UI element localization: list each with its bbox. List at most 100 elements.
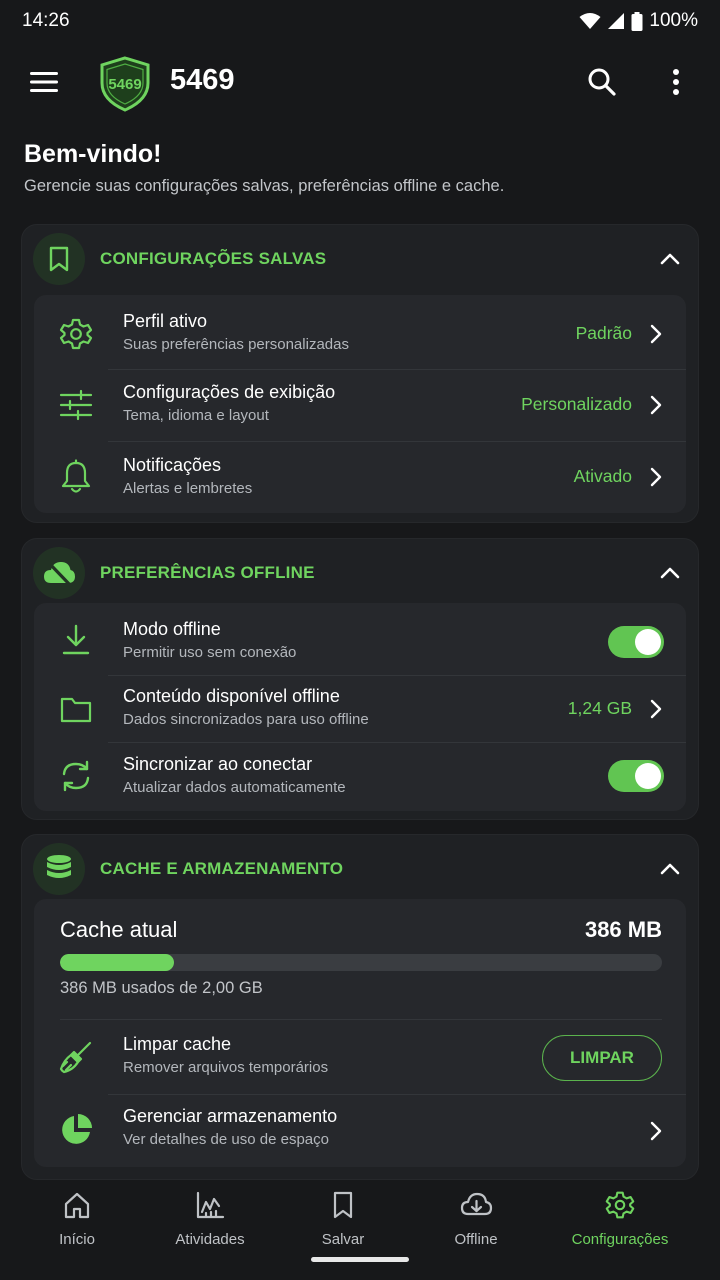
list-item-clear-cache: Limpar cache Remover arquivos temporário… [34, 1020, 686, 1094]
shield-logo-icon: 5469 [100, 56, 150, 112]
nav-item-offline[interactable]: Offline [416, 1190, 536, 1250]
list-item-manage-storage[interactable]: Gerenciar armazenamento Ver detalhes de … [34, 1095, 686, 1167]
bottom-navigation: Início Atividades Salvar Offline Configu… [0, 1182, 720, 1280]
cache-storage-card: CACHE E ARMAZENAMENTO Cache atual 386 MB… [21, 834, 699, 1180]
nav-item-home[interactable]: Início [17, 1190, 137, 1250]
status-icons: 100% [579, 10, 698, 32]
chevron-up-icon[interactable] [658, 561, 682, 585]
row-title: Configurações de exibição [123, 382, 336, 402]
sync-icon [56, 756, 96, 796]
more-options-button[interactable] [664, 66, 688, 98]
nav-label: Início [59, 1231, 95, 1248]
toggle-knob [635, 629, 661, 655]
chevron-right-icon [650, 395, 662, 415]
offline-mode-toggle[interactable] [608, 626, 664, 658]
logo-text: 5469 [108, 76, 141, 93]
offline-preferences-title: PREFERÊNCIAS OFFLINE [100, 563, 315, 582]
nav-item-activities[interactable]: Atividades [150, 1190, 270, 1250]
chevron-right-icon [650, 1121, 662, 1141]
row-subtitle: Dados sincronizados para uso offline [123, 711, 369, 728]
chevron-right-icon [650, 699, 662, 719]
app-logo: 5469 [98, 56, 152, 112]
search-icon [588, 68, 616, 96]
row-subtitle: Ver detalhes de uso de espaço [123, 1131, 329, 1148]
row-subtitle: Tema, idioma e layout [123, 407, 269, 424]
row-title: Modo offline [123, 619, 221, 639]
chevron-up-icon[interactable] [658, 857, 682, 881]
list-item-offline-content[interactable]: Conteúdo disponível offline Dados sincro… [34, 676, 686, 742]
database-icon [33, 843, 85, 895]
bookmark-icon [33, 233, 85, 285]
chevron-up-icon[interactable] [658, 247, 682, 271]
row-value: 1,24 GB [567, 698, 632, 718]
cache-current-size: 386 MB [584, 917, 662, 942]
wifi-icon [579, 13, 601, 29]
menu-button[interactable] [26, 66, 62, 98]
sync-toggle[interactable] [608, 760, 664, 792]
toggle-knob [635, 763, 661, 789]
cache-progress-fill [60, 954, 175, 971]
folder-icon [56, 689, 96, 729]
offline-preferences-list: Modo offline Permitir uso sem conexão Co… [34, 603, 686, 811]
bell-icon [56, 457, 96, 497]
list-item-notifications[interactable]: Notificações Alertas e lembretes Ativado [34, 442, 686, 513]
saved-settings-list: Perfil ativo Suas preferências personali… [34, 295, 686, 513]
nav-label: Offline [454, 1231, 498, 1248]
cloud-download-icon [460, 1192, 493, 1216]
broom-icon [56, 1037, 96, 1077]
row-subtitle: Permitir uso sem conexão [123, 644, 297, 661]
list-item-offline-mode: Modo offline Permitir uso sem conexão [34, 603, 686, 675]
cache-storage-title: CACHE E ARMAZENAMENTO [100, 859, 344, 878]
list-item-display-settings[interactable]: Configurações de exibição Tema, idioma e… [34, 370, 686, 441]
status-bar: 14:26 100% [0, 0, 720, 42]
cache-storage-panel: Cache atual 386 MB 386 MB usados de 2,00… [34, 899, 686, 1167]
cloud-off-icon [33, 547, 85, 599]
clear-cache-button[interactable]: LIMPAR [542, 1035, 662, 1081]
settings-icon [605, 1191, 635, 1219]
nav-label: Atividades [175, 1231, 245, 1248]
cache-progress-bar [60, 954, 662, 971]
pie-chart-icon [56, 1110, 96, 1150]
list-item-sync-on-connect: Sincronizar ao conectar Atualizar dados … [34, 743, 686, 811]
gear-icon [56, 314, 96, 354]
signal-icon [608, 13, 625, 29]
app-bar: 5469 5469 [0, 50, 720, 114]
sliders-icon [56, 385, 96, 425]
bookmark-icon [333, 1191, 353, 1219]
row-subtitle: Suas preferências personalizadas [123, 336, 349, 353]
activity-chart-icon [196, 1191, 225, 1219]
saved-settings-card: CONFIGURAÇÕES SALVAS Perfil ativo Suas p… [21, 224, 699, 523]
cache-storage-header[interactable]: CACHE E ARMAZENAMENTO [22, 835, 698, 903]
download-icon [56, 620, 96, 660]
offline-preferences-card: PREFERÊNCIAS OFFLINE Modo offline Permit… [21, 538, 699, 820]
chevron-right-icon [650, 324, 662, 344]
offline-preferences-header[interactable]: PREFERÊNCIAS OFFLINE [22, 539, 698, 607]
row-subtitle: Alertas e lembretes [123, 480, 253, 497]
cache-usage-text: 386 MB usados de 2,00 GB [60, 979, 263, 997]
chevron-right-icon [650, 467, 662, 487]
row-title: Conteúdo disponível offline [123, 686, 340, 706]
welcome-title: Bem-vindo! [24, 140, 162, 168]
cache-current-label: Cache atual [60, 917, 178, 942]
battery-icon [631, 11, 643, 31]
home-icon [64, 1192, 90, 1219]
row-value: Personalizado [521, 394, 632, 414]
row-title: Notificações [123, 455, 222, 475]
saved-settings-title: CONFIGURAÇÕES SALVAS [100, 249, 327, 268]
nav-label: Configurações [571, 1231, 669, 1248]
nav-item-settings[interactable]: Configurações [560, 1190, 680, 1250]
row-value: Padrão [575, 323, 632, 343]
list-item-active-profile[interactable]: Perfil ativo Suas preferências personali… [34, 295, 686, 369]
row-title: Limpar cache [123, 1034, 232, 1054]
battery-percent: 100% [649, 10, 698, 31]
row-value: Ativado [573, 466, 632, 486]
saved-settings-header[interactable]: CONFIGURAÇÕES SALVAS [22, 225, 698, 293]
row-title: Sincronizar ao conectar [123, 754, 313, 774]
status-time: 14:26 [22, 10, 70, 31]
app-title: 5469 [170, 64, 235, 96]
row-title: Gerenciar armazenamento [123, 1106, 338, 1126]
home-indicator [311, 1257, 409, 1262]
nav-item-save[interactable]: Salvar [283, 1190, 403, 1250]
search-button[interactable] [586, 66, 618, 98]
row-subtitle: Remover arquivos temporários [123, 1059, 329, 1076]
